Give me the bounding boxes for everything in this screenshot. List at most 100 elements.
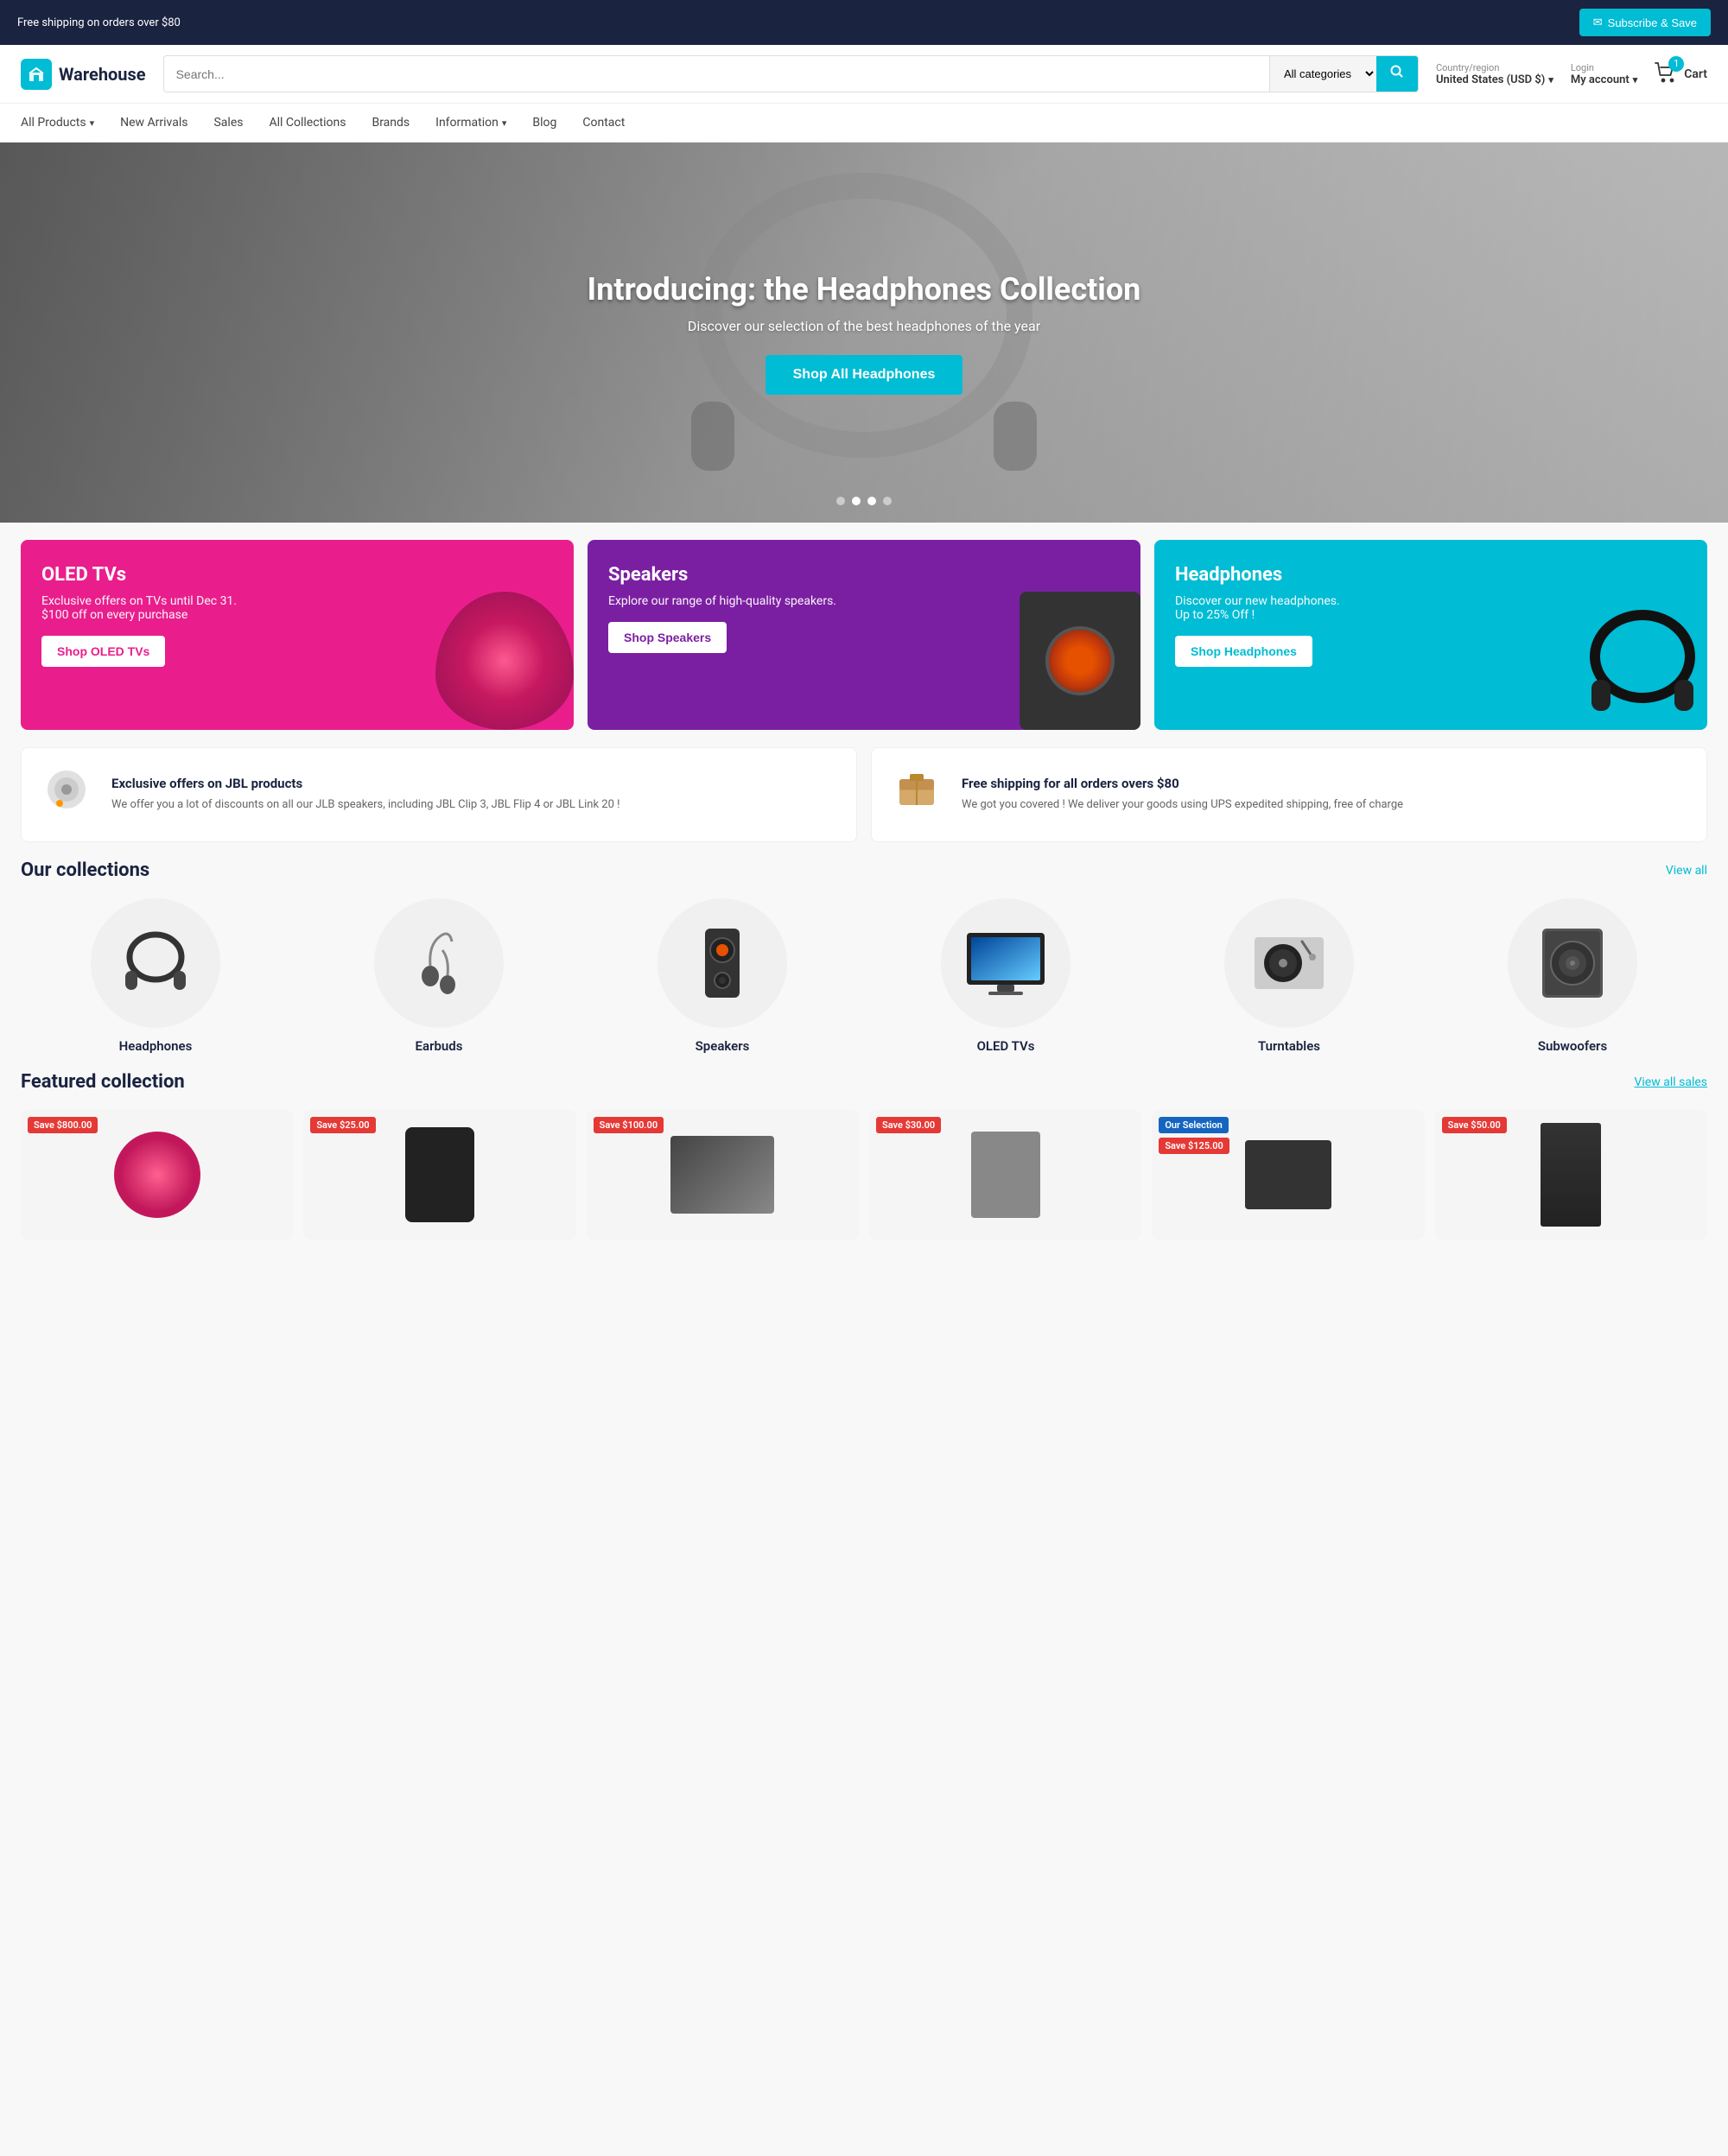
promo-card-oled: OLED TVs Exclusive offers on TVs until D…: [21, 540, 574, 730]
collection-subwoofers[interactable]: Subwoofers: [1438, 898, 1707, 1054]
product-badge-5-sub: Save $125.00: [1159, 1138, 1229, 1154]
nav-item-brands[interactable]: Brands: [372, 104, 410, 142]
jbl-description: We offer you a lot of discounts on all o…: [111, 796, 620, 814]
hero-dot-3[interactable]: [867, 497, 876, 505]
search-input[interactable]: [164, 56, 1269, 92]
logo[interactable]: Warehouse: [21, 59, 146, 90]
collection-turntables[interactable]: Turntables: [1154, 898, 1424, 1054]
logo-icon: [21, 59, 52, 90]
collection-speakers-label: Speakers: [696, 1038, 750, 1054]
product-card-1[interactable]: Save $800.00: [21, 1110, 293, 1240]
promo-speakers-title: Speakers: [608, 564, 1120, 586]
nav-item-blog[interactable]: Blog: [532, 104, 556, 142]
speaker-decoration: [1020, 592, 1140, 730]
login-label: Login: [1571, 62, 1637, 73]
login-section[interactable]: Login My account ▾: [1571, 62, 1637, 86]
collection-speakers[interactable]: Speakers: [588, 898, 857, 1054]
featured-section: Featured collection View all sales Save …: [21, 1071, 1707, 1240]
nav-item-new-arrivals[interactable]: New Arrivals: [120, 104, 187, 142]
collection-oled[interactable]: OLED TVs: [871, 898, 1140, 1054]
products-grid: Save $800.00 Save $25.00 Save $100.00 Sa…: [21, 1110, 1707, 1240]
earbuds-collection-icon: [404, 924, 473, 1002]
box-icon: [893, 765, 941, 814]
promo-speakers-image: [1002, 592, 1140, 730]
promo-oled-image: [435, 592, 574, 730]
hero-dot-1[interactable]: [836, 497, 845, 505]
product-card-2[interactable]: Save $25.00: [303, 1110, 575, 1240]
promo-cards: OLED TVs Exclusive offers on TVs until D…: [21, 540, 1707, 730]
product-card-5[interactable]: Our Selection Save $125.00: [1152, 1110, 1424, 1240]
promo-headphones-image: [1569, 592, 1707, 730]
product-card-4[interactable]: Save $30.00: [869, 1110, 1141, 1240]
collection-oled-label: OLED TVs: [977, 1038, 1035, 1054]
logo-text: Warehouse: [59, 64, 146, 85]
collection-turntables-label: Turntables: [1258, 1038, 1320, 1054]
chevron-down-icon: ▾: [90, 117, 95, 129]
speakers-collection-icon: [692, 924, 753, 1002]
shipping-text: Free shipping on orders over $80: [17, 16, 181, 29]
product-card-6[interactable]: Save $50.00: [1435, 1110, 1707, 1240]
nav-item-sales[interactable]: Sales: [213, 104, 243, 142]
product-badge-6: Save $50.00: [1442, 1117, 1507, 1133]
top-banner: Free shipping on orders over $80 ✉ Subsc…: [0, 0, 1728, 45]
collection-earbuds-circle: [374, 898, 504, 1028]
cart-badge: 1: [1668, 56, 1684, 72]
nav-item-contact[interactable]: Contact: [582, 104, 625, 142]
speaker-small-icon: [42, 765, 91, 814]
product-badge-4: Save $30.00: [876, 1117, 941, 1133]
hero-title: Introducing: the Headphones Collection: [588, 271, 1141, 308]
country-value: United States (USD $): [1436, 73, 1545, 86]
category-select[interactable]: All categories: [1269, 56, 1376, 92]
header-right: Country/region United States (USD $) ▾ L…: [1436, 61, 1707, 87]
subscribe-label: Subscribe & Save: [1608, 16, 1697, 29]
country-region[interactable]: Country/region United States (USD $) ▾: [1436, 62, 1553, 86]
hero-dot-2[interactable]: [852, 497, 861, 505]
speaker-cone: [1045, 626, 1115, 695]
promo-headphones-button[interactable]: Shop Headphones: [1175, 636, 1312, 667]
product-thumbnail-6: [1541, 1123, 1601, 1227]
jbl-title: Exclusive offers on JBL products: [111, 776, 620, 791]
hero-content: Introducing: the Headphones Collection D…: [588, 271, 1141, 395]
collection-speakers-circle: [658, 898, 787, 1028]
jbl-icon: [42, 765, 94, 824]
shipping-icon: [893, 765, 944, 824]
headphones-svg: [1578, 600, 1707, 730]
hero-subtitle: Discover our selection of the best headp…: [588, 318, 1141, 334]
search-bar: All categories: [163, 55, 1419, 92]
collection-headphones-label: Headphones: [119, 1038, 193, 1054]
promo-headphones-title: Headphones: [1175, 564, 1687, 586]
promo-speakers-button[interactable]: Shop Speakers: [608, 622, 727, 653]
hero-cta-button[interactable]: Shop All Headphones: [766, 355, 963, 395]
featured-header: Featured collection View all sales: [21, 1071, 1707, 1093]
shipping-info-text: Free shipping for all orders overs $80 W…: [962, 776, 1403, 814]
product-badge-1: Save $800.00: [28, 1117, 98, 1133]
collections-grid: Headphones Earbuds: [21, 898, 1707, 1054]
subwoofer-collection-icon: [1538, 924, 1607, 1002]
collections-section: Our collections View all Headphones: [21, 859, 1707, 1054]
account-label: My account: [1571, 73, 1630, 86]
featured-heading: Featured collection: [21, 1071, 185, 1093]
nav-item-all-collections[interactable]: All Collections: [269, 104, 346, 142]
search-button[interactable]: [1376, 56, 1418, 92]
subscribe-button[interactable]: ✉ Subscribe & Save: [1579, 9, 1711, 36]
main-nav: All Products ▾ New Arrivals Sales All Co…: [0, 104, 1728, 143]
collection-headphones[interactable]: Headphones: [21, 898, 290, 1054]
nav-item-information[interactable]: Information ▾: [435, 104, 506, 142]
product-badge-5-main: Our Selection: [1159, 1117, 1228, 1133]
flower-decoration: [435, 592, 574, 730]
featured-view-all[interactable]: View all sales: [1634, 1075, 1707, 1089]
product-card-3[interactable]: Save $100.00: [587, 1110, 859, 1240]
header: Warehouse All categories Country/region …: [0, 45, 1728, 104]
nav-item-all-products[interactable]: All Products ▾: [21, 104, 94, 142]
collections-view-all[interactable]: View all: [1666, 864, 1707, 878]
product-thumbnail-2: [405, 1127, 474, 1222]
shipping-description: We got you covered ! We deliver your goo…: [962, 796, 1403, 814]
promo-oled-button[interactable]: Shop OLED TVs: [41, 636, 165, 667]
collection-earbuds-label: Earbuds: [416, 1038, 463, 1054]
cart-button[interactable]: 1 Cart: [1655, 61, 1707, 87]
promo-card-headphones: Headphones Discover our new headphones.U…: [1154, 540, 1707, 730]
collection-headphones-circle: [91, 898, 220, 1028]
hero-dots: [836, 497, 892, 505]
collection-earbuds[interactable]: Earbuds: [304, 898, 574, 1054]
hero-dot-4[interactable]: [883, 497, 892, 505]
